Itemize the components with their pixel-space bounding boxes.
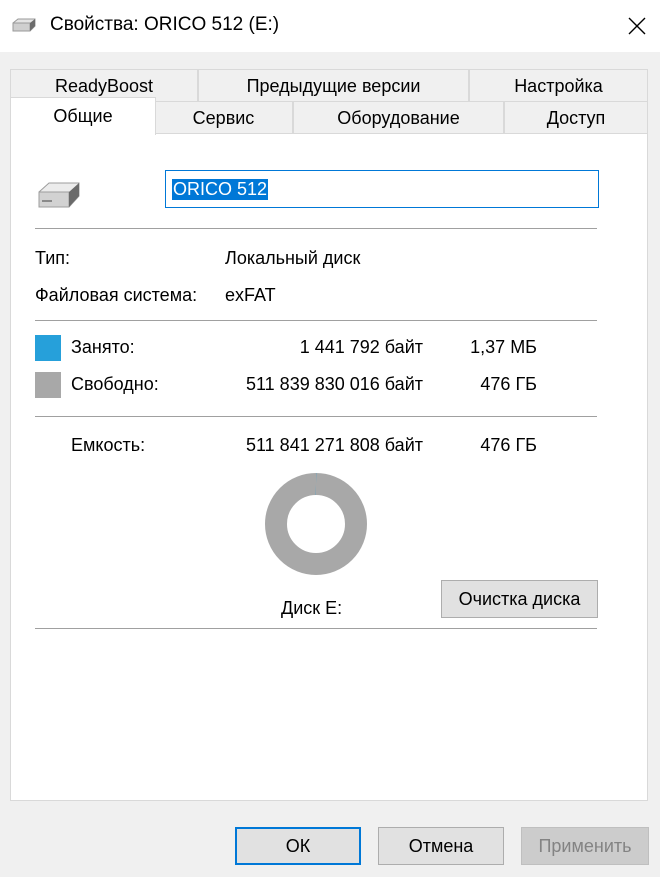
used-bytes: 1 441 792 байт (299, 337, 423, 357)
free-size: 476 ГБ (480, 374, 537, 394)
free-bytes: 511 839 830 016 байт (245, 374, 423, 394)
close-icon (628, 17, 646, 35)
filesystem-value: exFAT (225, 285, 276, 305)
separator (35, 320, 597, 321)
filesystem-label: Файловая система: (35, 285, 198, 305)
tab-hardware[interactable]: Оборудование (293, 101, 504, 134)
properties-window: Свойства: ORICO 512 (E:) ReadyBoost Пред… (0, 0, 660, 877)
free-space-swatch (35, 372, 61, 398)
tab-sharing[interactable]: Доступ (504, 101, 648, 134)
disk-cleanup-button[interactable]: Очистка диска (441, 580, 598, 618)
separator (35, 228, 597, 229)
general-panel: ORICO 512 Тип: Локальный диск Файловая с… (10, 133, 648, 801)
capacity-size: 476 ГБ (480, 435, 537, 455)
cancel-button[interactable]: Отмена (378, 827, 504, 865)
close-button[interactable] (614, 0, 660, 52)
capacity-bytes: 511 841 271 808 байт (245, 435, 423, 455)
volume-name-text: ORICO 512 (172, 178, 269, 200)
used-label: Занято: (71, 337, 135, 357)
volume-name-input[interactable]: ORICO 512 (165, 170, 599, 208)
title-bar: Свойства: ORICO 512 (E:) (0, 0, 660, 52)
apply-button[interactable]: Применить (521, 827, 649, 865)
drive-icon (12, 18, 36, 32)
ok-button[interactable]: ОК (235, 827, 361, 865)
capacity-label: Емкость: (71, 435, 146, 455)
usage-donut-chart (265, 473, 367, 575)
tab-previous-versions[interactable]: Предыдущие версии (198, 69, 469, 102)
removable-drive-icon (38, 182, 80, 208)
free-space-ring (265, 473, 367, 575)
tab-general[interactable]: Общие (10, 97, 156, 135)
separator (35, 628, 597, 629)
free-label: Свободно: (71, 374, 159, 394)
type-label: Тип: (35, 248, 71, 268)
tab-customize[interactable]: Настройка (469, 69, 648, 102)
used-space-swatch (35, 335, 61, 361)
separator (35, 416, 597, 417)
type-value: Локальный диск (225, 248, 361, 268)
used-size: 1,37 МБ (470, 337, 537, 357)
disk-label: Диск E: (281, 598, 343, 618)
window-title: Свойства: ORICO 512 (E:) (50, 14, 280, 35)
tab-tools[interactable]: Сервис (154, 101, 293, 134)
